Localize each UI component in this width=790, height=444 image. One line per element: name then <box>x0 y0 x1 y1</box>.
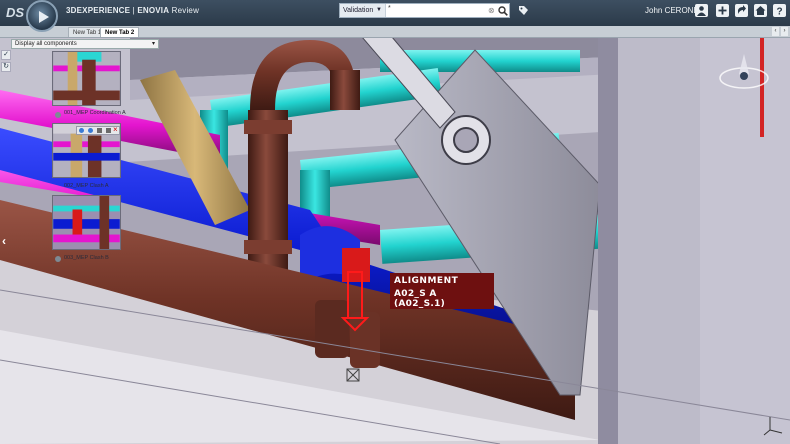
help-icon[interactable]: ? <box>773 4 786 17</box>
status-icon <box>55 112 61 118</box>
ds-logo-icon: DS <box>6 5 25 20</box>
search-button[interactable] <box>497 4 509 17</box>
status-icon <box>55 256 61 262</box>
axis-triad-icon <box>763 417 783 436</box>
chevron-down-icon: ▾ <box>151 41 155 47</box>
search-icon <box>498 6 508 16</box>
add-icon[interactable] <box>716 4 729 17</box>
panel-check-button[interactable]: ✓ <box>1 50 11 60</box>
close-icon[interactable]: × <box>113 125 118 134</box>
thumbnail-image <box>53 196 120 249</box>
svg-text:?: ? <box>776 7 782 18</box>
search-scope-dropdown[interactable]: Validation ▼ <box>340 4 386 17</box>
top-bar: DS 3DEXPERIENCE | ENOVIA Review Validati… <box>0 0 790 32</box>
thumbnail-image <box>53 52 120 105</box>
thumbnail-toolbar: × <box>76 125 120 135</box>
search-bar: Validation ▼ * ⊗ <box>339 3 510 18</box>
review-thumbnail[interactable] <box>52 51 121 106</box>
tab-label: New Tab 1 <box>73 30 102 36</box>
tab-next-button[interactable]: › <box>781 27 788 36</box>
robot-icon[interactable] <box>346 368 360 382</box>
3d-compass-icon[interactable] <box>716 46 772 102</box>
user-icon[interactable] <box>695 4 708 17</box>
app-title: 3DEXPERIENCE | ENOVIA Review <box>66 6 199 15</box>
view-icon[interactable] <box>88 128 93 133</box>
tab-bar: New Tab 1 New Tab 2 ‹ › <box>0 26 790 38</box>
tab-prev-button[interactable]: ‹ <box>772 27 779 36</box>
camera-icon[interactable] <box>79 128 84 133</box>
thumbnail-label: 002_MEP Clash A <box>64 183 109 189</box>
display-filter-dropdown[interactable]: Display all components ▾ <box>11 39 159 49</box>
thumbnail-label: 003_MEP Clash B <box>64 255 109 261</box>
tab-new-tab-2[interactable]: New Tab 2 <box>100 27 140 37</box>
annotation-value: A02_S A (A02_S.1) <box>394 289 446 309</box>
review-thumbnail[interactable] <box>52 195 121 250</box>
edit-icon[interactable] <box>97 128 102 133</box>
chevron-down-icon: ▼ <box>376 7 382 13</box>
list-icon[interactable] <box>106 128 111 133</box>
annotation-title: ALIGNMENT <box>394 276 459 286</box>
search-input[interactable]: * <box>388 5 391 12</box>
compass-play-button[interactable] <box>26 0 58 32</box>
search-scope-label: Validation <box>343 7 374 14</box>
share-icon[interactable] <box>735 4 748 17</box>
tag-icon[interactable] <box>518 5 529 16</box>
thumbnail-label: 001_MEP Coordination A <box>64 110 126 116</box>
user-name[interactable]: John CERONE <box>645 6 699 15</box>
display-filter-value: Display all components <box>15 41 77 47</box>
clear-search-icon[interactable]: ⊗ <box>488 4 495 17</box>
collapse-panel-button[interactable]: ‹ <box>2 234 6 248</box>
brand-suffix: Review <box>169 6 200 15</box>
tab-label: New Tab 2 <box>105 30 135 36</box>
panel-refresh-button[interactable]: ↻ <box>1 62 11 72</box>
play-icon <box>39 11 49 23</box>
alignment-annotation[interactable]: ALIGNMENT A02_S A (A02_S.1) <box>390 273 494 309</box>
brand-prefix: 3DEXPERIENCE <box>66 6 131 15</box>
home-icon[interactable] <box>754 4 767 17</box>
brand-product: ENOVIA <box>137 6 170 15</box>
